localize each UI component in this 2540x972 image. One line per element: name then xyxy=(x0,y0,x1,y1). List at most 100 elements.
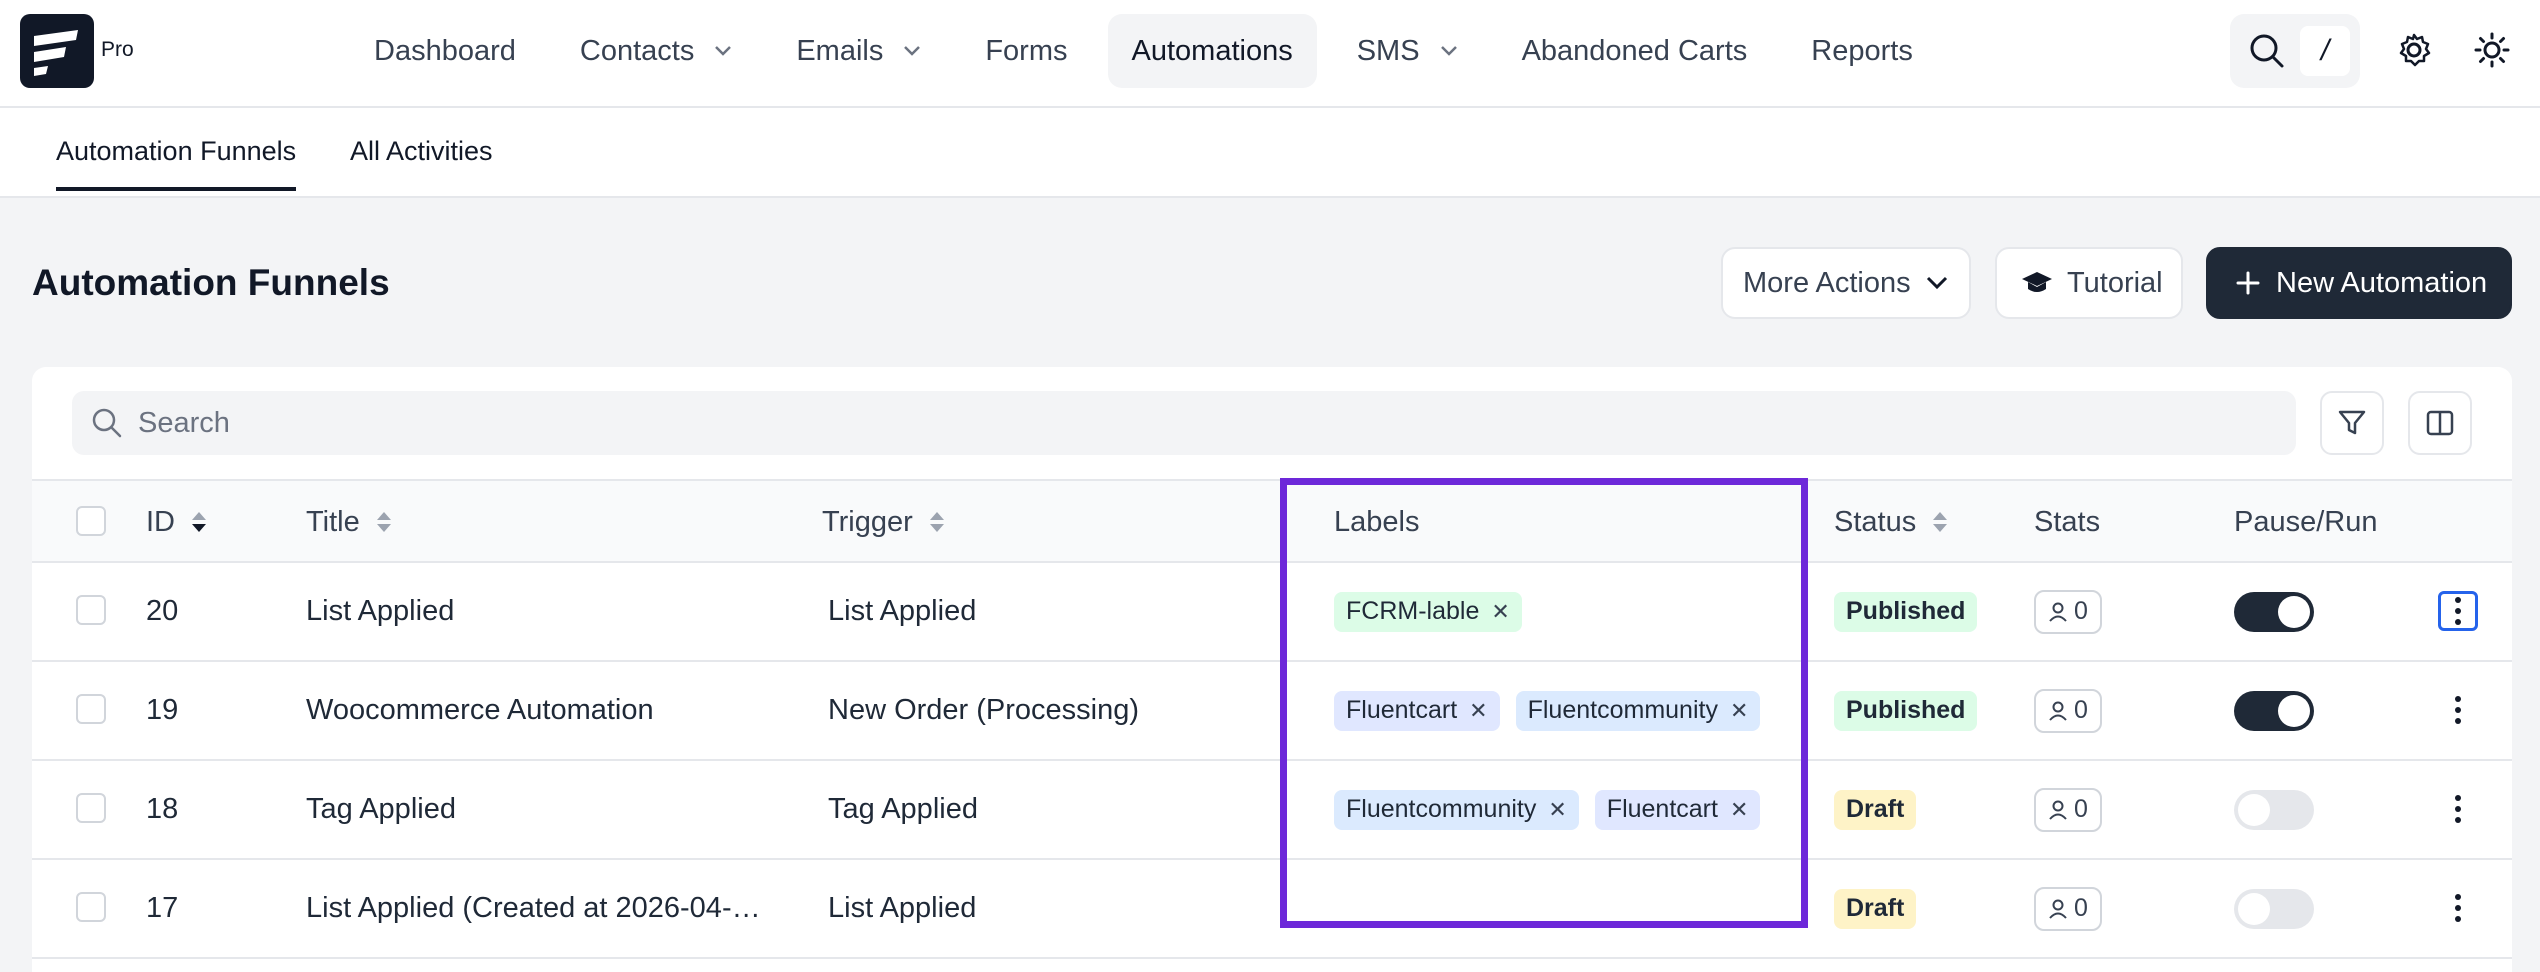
more-vertical-icon xyxy=(2454,893,2462,923)
pause-run-toggle[interactable] xyxy=(2234,591,2314,632)
row-status: Published xyxy=(1834,662,1978,759)
row-stats: 0 xyxy=(2034,563,2102,660)
search-icon xyxy=(90,406,124,440)
search-icon xyxy=(2248,32,2286,75)
row-toggle-cell xyxy=(2234,761,2314,858)
stats-pill[interactable]: 0 xyxy=(2034,787,2102,832)
nav-label: Forms xyxy=(985,34,1068,67)
select-all-checkbox[interactable] xyxy=(76,506,106,536)
row-title[interactable]: List Applied xyxy=(306,563,454,660)
sort-icon xyxy=(1930,509,1950,535)
nav-item-automations[interactable]: Automations xyxy=(1107,14,1317,88)
nav-item-contacts[interactable]: Contacts xyxy=(556,14,756,88)
column-header-status[interactable]: Status xyxy=(1834,481,1950,563)
row-status: Draft xyxy=(1834,761,1917,858)
pro-badge: Pro xyxy=(101,38,134,61)
tutorial-label: Tutorial xyxy=(2067,266,2163,299)
top-navigation: Pro Dashboard Contacts Emails Forms Auto… xyxy=(0,0,2540,108)
filter-button[interactable] xyxy=(2320,391,2384,455)
search-input[interactable] xyxy=(138,406,2238,440)
row-title[interactable]: Tag Applied xyxy=(306,761,456,858)
row-actions-button[interactable] xyxy=(2438,690,2478,730)
row-actions-button[interactable] xyxy=(2438,591,2478,631)
table-row[interactable]: 20 List Applied List Applied FCRM-lable ✕… xyxy=(32,563,2512,662)
filter-icon xyxy=(2337,408,2367,438)
nav-item-reports[interactable]: Reports xyxy=(1787,14,1937,88)
table-row[interactable]: 17 List Applied (Created at 2026-04-… Li… xyxy=(32,860,2512,959)
nav-item-dashboard[interactable]: Dashboard xyxy=(350,14,540,88)
tab-all-activities[interactable]: All Activities xyxy=(350,136,493,167)
tutorial-button[interactable]: Tutorial xyxy=(1995,247,2183,319)
nav-label: Reports xyxy=(1811,34,1913,67)
nav-item-abandoned-carts[interactable]: Abandoned Carts xyxy=(1498,14,1772,88)
logo-mark-icon xyxy=(34,30,78,76)
status-badge: Draft xyxy=(1834,789,1917,830)
row-actions-button[interactable] xyxy=(2438,888,2478,928)
page-title: Automation Funnels xyxy=(32,262,390,303)
labels-column-highlight xyxy=(1280,478,1808,928)
tab-automation-funnels[interactable]: Automation Funnels xyxy=(56,136,297,191)
nav-item-emails[interactable]: Emails xyxy=(772,14,945,88)
column-header-title[interactable]: Title xyxy=(306,481,394,563)
gear-icon[interactable] xyxy=(2396,32,2432,73)
column-label: ID xyxy=(146,505,175,538)
column-label: Trigger xyxy=(822,505,913,538)
pause-run-toggle[interactable] xyxy=(2234,690,2314,731)
app-logo[interactable] xyxy=(20,14,94,88)
row-checkbox[interactable] xyxy=(76,892,106,922)
row-stats: 0 xyxy=(2034,860,2102,957)
new-automation-button[interactable]: New Automation xyxy=(2206,247,2512,319)
column-label: Stats xyxy=(2034,505,2101,538)
nav-label: Abandoned Carts xyxy=(1521,34,1748,67)
row-id: 17 xyxy=(146,892,179,924)
more-actions-button[interactable]: More Actions xyxy=(1721,247,1971,319)
sort-icon xyxy=(927,509,947,535)
column-label: Title xyxy=(306,505,360,538)
search-shortcut-key: / xyxy=(2300,26,2350,76)
row-toggle-cell xyxy=(2234,662,2314,759)
row-trigger: New Order (Processing) xyxy=(828,694,1140,726)
stats-pill[interactable]: 0 xyxy=(2034,589,2102,634)
columns-toggle-button[interactable] xyxy=(2408,391,2472,455)
column-header-id[interactable]: ID xyxy=(146,481,209,563)
chevron-down-icon xyxy=(714,45,732,57)
row-title[interactable]: Woocommerce Automation xyxy=(306,662,654,759)
row-trigger: List Applied xyxy=(828,892,977,924)
table-row[interactable]: 18 Tag Applied Tag Applied Fluentcommuni… xyxy=(32,761,2512,860)
stats-count: 0 xyxy=(2074,795,2088,823)
plus-icon xyxy=(2236,271,2260,295)
nav-item-sms[interactable]: SMS xyxy=(1333,14,1482,88)
nav-label: Dashboard xyxy=(374,34,516,67)
user-icon xyxy=(2048,799,2068,821)
row-id: 19 xyxy=(146,694,179,726)
column-header-trigger[interactable]: Trigger xyxy=(822,481,947,563)
global-search-button[interactable]: / xyxy=(2230,14,2360,88)
status-badge: Draft xyxy=(1834,888,1917,929)
nav-label: SMS xyxy=(1356,34,1420,67)
row-stats: 0 xyxy=(2034,662,2102,759)
row-checkbox[interactable] xyxy=(76,694,106,724)
new-automation-label: New Automation xyxy=(2276,266,2488,299)
sub-navigation: Automation Funnels All Activities xyxy=(0,108,2540,198)
row-actions-button[interactable] xyxy=(2438,789,2478,829)
stats-pill[interactable]: 0 xyxy=(2034,688,2102,733)
row-title[interactable]: List Applied (Created at 2026-04-… xyxy=(306,860,761,957)
nav-item-forms[interactable]: Forms xyxy=(961,14,1091,88)
table-row[interactable]: 19 Woocommerce Automation New Order (Pro… xyxy=(32,662,2512,761)
table-header: ID Title Trigger Labels Status Stats Pau… xyxy=(32,479,2512,563)
row-checkbox[interactable] xyxy=(76,595,106,625)
column-label: Pause/Run xyxy=(2234,505,2378,538)
pause-run-toggle[interactable] xyxy=(2234,789,2314,830)
sun-icon[interactable] xyxy=(2474,32,2510,73)
toggle-knob xyxy=(2238,892,2270,925)
column-header-stats: Stats xyxy=(2034,481,2100,563)
nav-label: Contacts xyxy=(579,34,695,67)
sort-desc-icon xyxy=(189,509,209,535)
user-icon xyxy=(2048,601,2068,623)
pause-run-toggle[interactable] xyxy=(2234,888,2314,929)
row-id: 18 xyxy=(146,793,179,825)
status-badge: Published xyxy=(1834,591,1978,632)
stats-pill[interactable]: 0 xyxy=(2034,886,2102,931)
row-checkbox[interactable] xyxy=(76,793,106,823)
nav-label: Emails xyxy=(796,34,884,67)
